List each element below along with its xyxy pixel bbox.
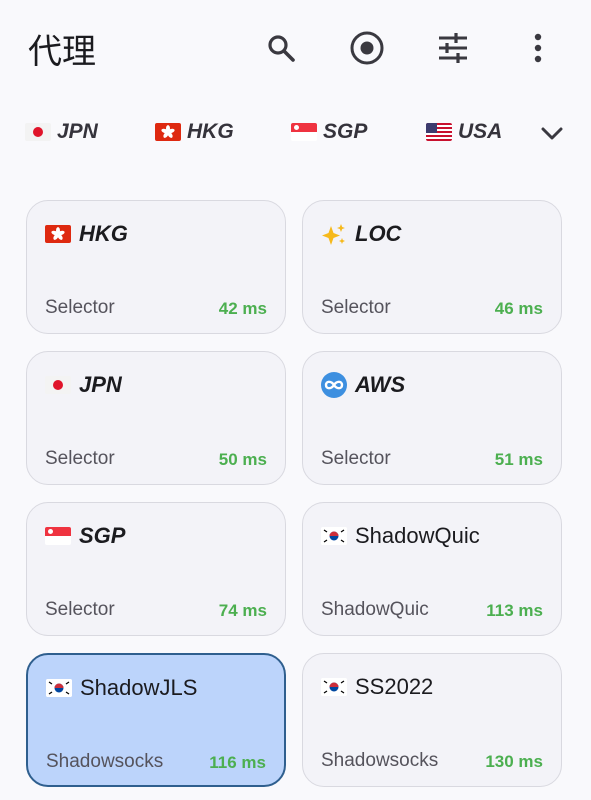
proxy-type: Selector bbox=[321, 448, 391, 469]
more-vert-icon[interactable] bbox=[518, 28, 558, 68]
proxy-card-loc[interactable]: LOC Selector 46 ms bbox=[302, 200, 562, 334]
kr-flag-icon bbox=[321, 527, 347, 545]
proxy-card-aws[interactable]: AWS Selector 51 ms bbox=[302, 351, 562, 485]
proxy-name: ShadowJLS bbox=[80, 675, 198, 700]
kr-flag-icon bbox=[46, 679, 72, 697]
latency-label: 74 ms bbox=[218, 601, 267, 620]
proxy-card-shadowjls[interactable]: ShadowJLS Shadowsocks 116 ms bbox=[26, 653, 286, 787]
hk-flag-icon bbox=[155, 123, 181, 141]
proxy-type: Selector bbox=[45, 599, 115, 620]
jp-flag-icon bbox=[45, 376, 71, 394]
hk-flag-icon bbox=[45, 225, 71, 243]
tab-usa[interactable]: USA bbox=[426, 118, 502, 146]
infinity-icon bbox=[321, 372, 347, 398]
group-tabs: JPN HKG SGP USA bbox=[0, 108, 591, 156]
tab-label: JPN bbox=[57, 120, 98, 143]
proxy-type: ShadowQuic bbox=[321, 599, 429, 620]
proxy-name: HKG bbox=[79, 221, 128, 246]
latency-label: 50 ms bbox=[218, 450, 267, 469]
us-flag-icon bbox=[426, 123, 452, 141]
sg-flag-icon bbox=[45, 527, 71, 545]
proxy-name: JPN bbox=[79, 372, 122, 397]
proxy-card-shadowquic[interactable]: ShadowQuic ShadowQuic 113 ms bbox=[302, 502, 562, 636]
tab-label: USA bbox=[458, 120, 503, 143]
proxy-type: Selector bbox=[321, 297, 391, 318]
proxy-card-hkg[interactable]: HKG Selector 42 ms bbox=[26, 200, 286, 334]
proxy-name: SS2022 bbox=[355, 674, 434, 699]
tab-sgp[interactable]: SGP bbox=[291, 118, 367, 146]
tab-hkg[interactable]: HKG bbox=[155, 118, 234, 146]
jp-flag-icon bbox=[25, 123, 51, 141]
latency-label: 113 ms bbox=[486, 601, 543, 620]
proxy-type: Selector bbox=[45, 448, 115, 469]
top-app-bar: 代理 bbox=[0, 0, 591, 96]
proxy-type: Selector bbox=[45, 297, 115, 318]
sparkles-icon bbox=[321, 223, 347, 245]
page-title: 代理 bbox=[28, 32, 96, 72]
proxy-card-ss2022[interactable]: SS2022 Shadowsocks 130 ms bbox=[302, 653, 562, 787]
record-icon[interactable] bbox=[347, 28, 387, 68]
tab-label: SGP bbox=[323, 120, 368, 143]
proxy-card-sgp[interactable]: SGP Selector 74 ms bbox=[26, 502, 286, 636]
tab-jpn[interactable]: JPN bbox=[25, 118, 98, 146]
chevron-down-icon[interactable] bbox=[536, 120, 568, 148]
latency-label: 51 ms bbox=[494, 450, 543, 469]
proxy-card-jpn[interactable]: JPN Selector 50 ms bbox=[26, 351, 286, 485]
latency-label: 46 ms bbox=[494, 299, 543, 318]
proxy-name: SGP bbox=[79, 523, 126, 548]
proxy-name: AWS bbox=[355, 372, 406, 397]
proxy-name: ShadowQuic bbox=[355, 523, 480, 548]
tune-icon[interactable] bbox=[433, 28, 473, 68]
search-icon[interactable] bbox=[261, 28, 301, 68]
sg-flag-icon bbox=[291, 123, 317, 141]
latency-label: 130 ms bbox=[485, 752, 543, 771]
latency-label: 116 ms bbox=[209, 753, 266, 772]
proxy-type: Shadowsocks bbox=[321, 750, 439, 771]
tab-label: HKG bbox=[187, 120, 234, 143]
proxy-type: Shadowsocks bbox=[46, 751, 164, 772]
proxy-name: LOC bbox=[355, 221, 402, 246]
kr-flag-icon bbox=[321, 678, 347, 696]
latency-label: 42 ms bbox=[218, 299, 267, 318]
